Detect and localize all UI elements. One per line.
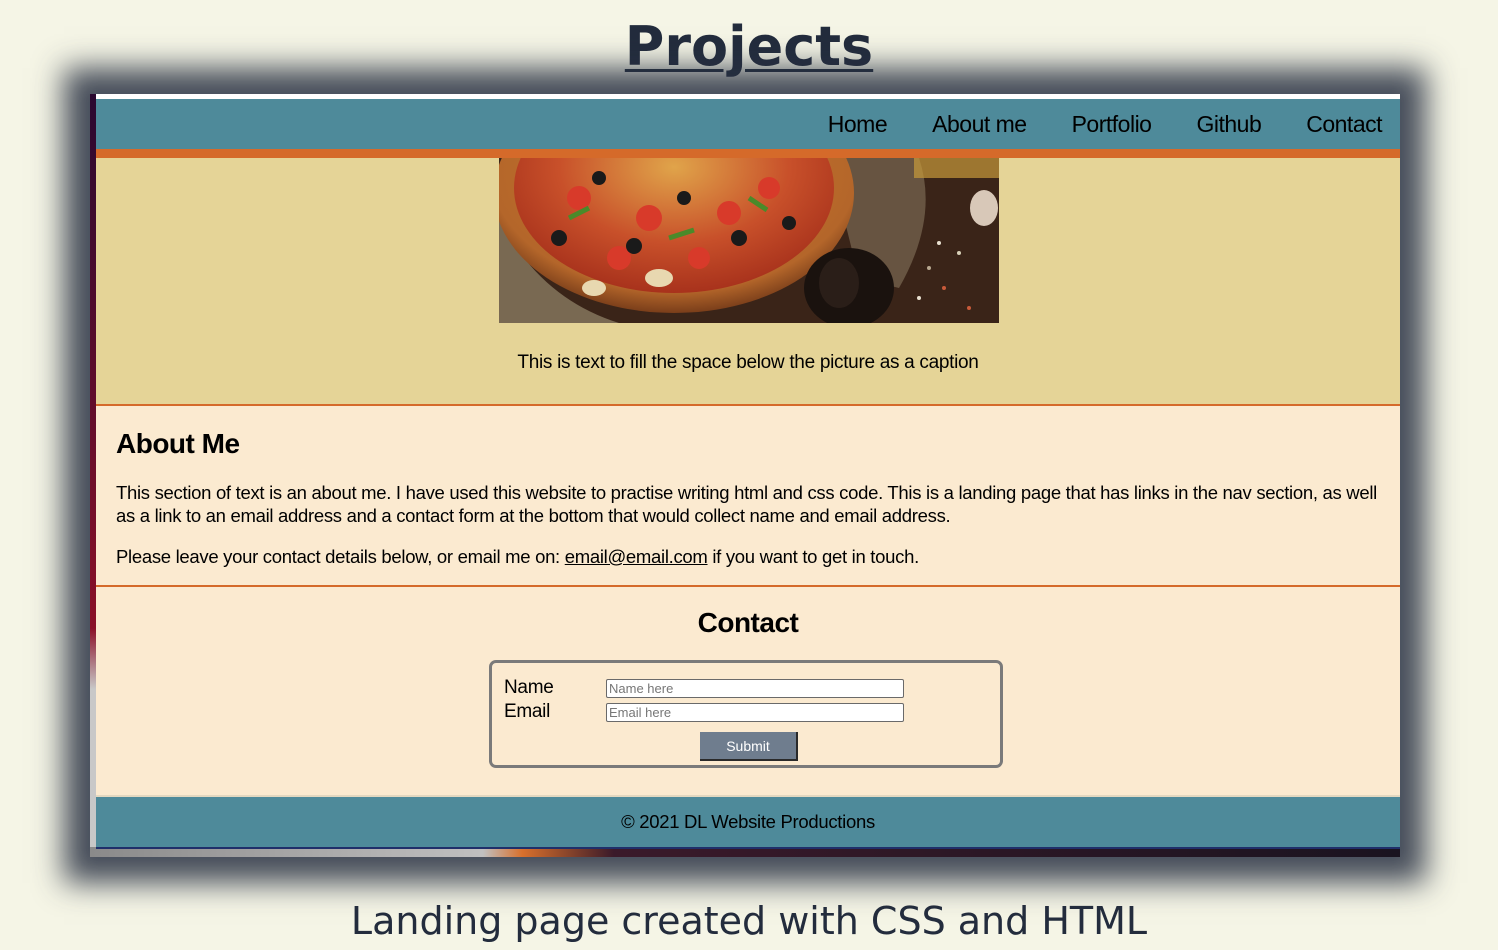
nav-link-contact[interactable]: Contact (1306, 111, 1382, 138)
contact-prefix: Please leave your contact details below,… (116, 546, 565, 567)
email-link[interactable]: email@email.com (565, 546, 708, 567)
nav-link-portfolio[interactable]: Portfolio (1072, 111, 1152, 138)
contact-section: Contact Name Email Submit (96, 587, 1400, 797)
about-text: This section of text is an about me. I h… (116, 482, 1377, 526)
page-heading: Projects (624, 15, 874, 78)
footer: © 2021 DL Website Productions (96, 797, 1400, 849)
contact-suffix: if you want to get in touch. (707, 546, 919, 567)
name-input[interactable] (606, 679, 904, 698)
screenshot-frame: Home About me Portfolio Github Contact T… (90, 94, 1400, 857)
nav-link-about-me[interactable]: About me (932, 111, 1027, 138)
about-title: About Me (116, 428, 240, 459)
nav-link-home[interactable]: Home (828, 111, 888, 138)
footer-text: © 2021 DL Website Productions (621, 811, 875, 832)
pizza-image (499, 158, 999, 323)
contact-title: Contact (697, 607, 799, 638)
email-label: Email (504, 701, 551, 722)
hero-section: This is text to fill the space below the… (96, 158, 1400, 406)
submit-button[interactable]: Submit (700, 732, 798, 761)
navbar: Home About me Portfolio Github Contact (96, 99, 1400, 149)
nav-link-github[interactable]: Github (1196, 111, 1261, 138)
nav-border (96, 149, 1400, 158)
name-label: Name (504, 677, 554, 698)
about-section: About Me This section of text is an abou… (96, 406, 1400, 587)
pizza-illustration (499, 158, 999, 323)
landing-page: Home About me Portfolio Github Contact T… (96, 94, 1400, 849)
nav-links: Home About me Portfolio Github Contact (828, 99, 1383, 149)
contact-form: Name Email Submit (489, 660, 1003, 768)
hero-caption: This is text to fill the space below the… (517, 352, 979, 373)
about-contact-line: Please leave your contact details below,… (116, 545, 919, 568)
email-input[interactable] (606, 703, 904, 722)
page-caption: Landing page created with CSS and HTML (350, 899, 1148, 943)
